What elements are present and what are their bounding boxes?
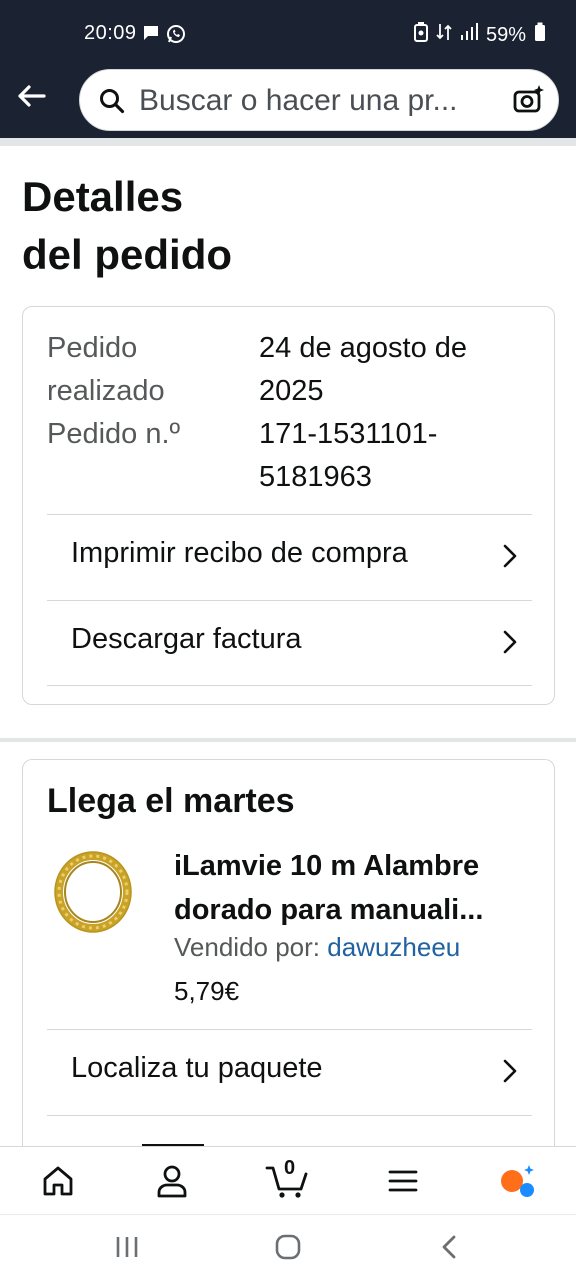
header-divider xyxy=(0,138,576,146)
home-system-icon[interactable] xyxy=(274,1233,302,1266)
search-icon xyxy=(98,87,126,120)
seller-link[interactable]: dawuzheeu xyxy=(327,932,460,962)
back-arrow-icon[interactable] xyxy=(14,78,50,114)
product-title[interactable]: iLamvie 10 m Alambre dorado para manuali… xyxy=(174,844,534,932)
app-header: Buscar o hacer una pr... xyxy=(0,64,576,138)
system-navigation-bar xyxy=(0,1214,576,1280)
account-icon[interactable] xyxy=(152,1161,192,1201)
order-number-line2: 5181963 xyxy=(259,461,372,493)
page-title-line1: Detalles xyxy=(22,173,184,220)
status-time: 20:09 xyxy=(84,22,137,44)
track-package-row[interactable]: Localiza tu paquete xyxy=(47,1029,532,1115)
order-placed-label-line1: Pedido xyxy=(47,332,138,364)
section-divider xyxy=(0,738,576,742)
status-right-cluster: 59% xyxy=(413,22,546,48)
order-number-line1: 171-1531101- xyxy=(259,418,438,450)
page-title: Detalles del pedido xyxy=(22,168,422,284)
camera-search-icon[interactable] xyxy=(512,84,544,121)
recent-apps-icon[interactable] xyxy=(114,1233,140,1266)
message-notification-icon xyxy=(142,24,160,47)
download-invoice-label: Descargar factura xyxy=(71,623,302,655)
battery-icon xyxy=(534,22,546,48)
back-system-icon[interactable] xyxy=(438,1233,462,1266)
home-icon[interactable] xyxy=(38,1161,78,1201)
delivery-card: Llega el martes iLamvie 10 m Alambre dor… xyxy=(22,759,555,1159)
whatsapp-icon xyxy=(166,24,186,49)
cart-icon[interactable]: 0 xyxy=(264,1157,312,1201)
print-receipt-row[interactable]: Imprimir recibo de compra xyxy=(47,514,532,600)
menu-icon[interactable] xyxy=(383,1161,423,1201)
chevron-right-icon xyxy=(502,629,518,660)
order-placed-label-line2: realizado xyxy=(47,375,165,407)
order-placed-date-line1: 24 de agosto de xyxy=(259,332,468,364)
search-placeholder: Buscar o hacer una pr... xyxy=(139,84,458,117)
search-bar[interactable]: Buscar o hacer una pr... xyxy=(79,69,559,131)
chevron-right-icon xyxy=(502,1058,518,1089)
print-receipt-label: Imprimir recibo de compra xyxy=(71,537,408,569)
order-number-value: 171-1531101- 5181963 xyxy=(259,413,437,499)
sold-by-label: Vendido por: xyxy=(174,932,321,962)
status-bar: 20:09 59% xyxy=(0,0,576,64)
signal-icon xyxy=(460,23,478,47)
cart-count: 0 xyxy=(284,1157,296,1179)
product-image[interactable] xyxy=(53,850,133,934)
battery-percent: 59% xyxy=(485,23,526,46)
sold-by: Vendido por: dawuzheeu xyxy=(174,932,460,963)
order-summary-card: Pedido realizado 24 de agosto de 2025 Pe… xyxy=(22,306,555,705)
battery-saver-icon xyxy=(413,22,428,48)
product-price: 5,79€ xyxy=(174,976,240,1006)
bottom-navigation: 0 xyxy=(0,1146,576,1214)
download-invoice-row[interactable]: Descargar factura xyxy=(47,600,532,686)
page-title-line2: del pedido xyxy=(22,231,232,278)
delivery-title: Llega el martes xyxy=(47,782,295,820)
track-package-label: Localiza tu paquete xyxy=(71,1052,323,1084)
order-number-label: Pedido n.º xyxy=(47,418,181,450)
rufus-ai-icon[interactable] xyxy=(498,1161,538,1201)
chevron-right-icon xyxy=(502,543,518,574)
order-placed-label: Pedido realizado xyxy=(47,327,165,413)
order-placed-date: 24 de agosto de 2025 xyxy=(259,327,467,413)
order-placed-date-line2: 2025 xyxy=(259,375,324,407)
data-transfer-icon xyxy=(436,22,452,48)
